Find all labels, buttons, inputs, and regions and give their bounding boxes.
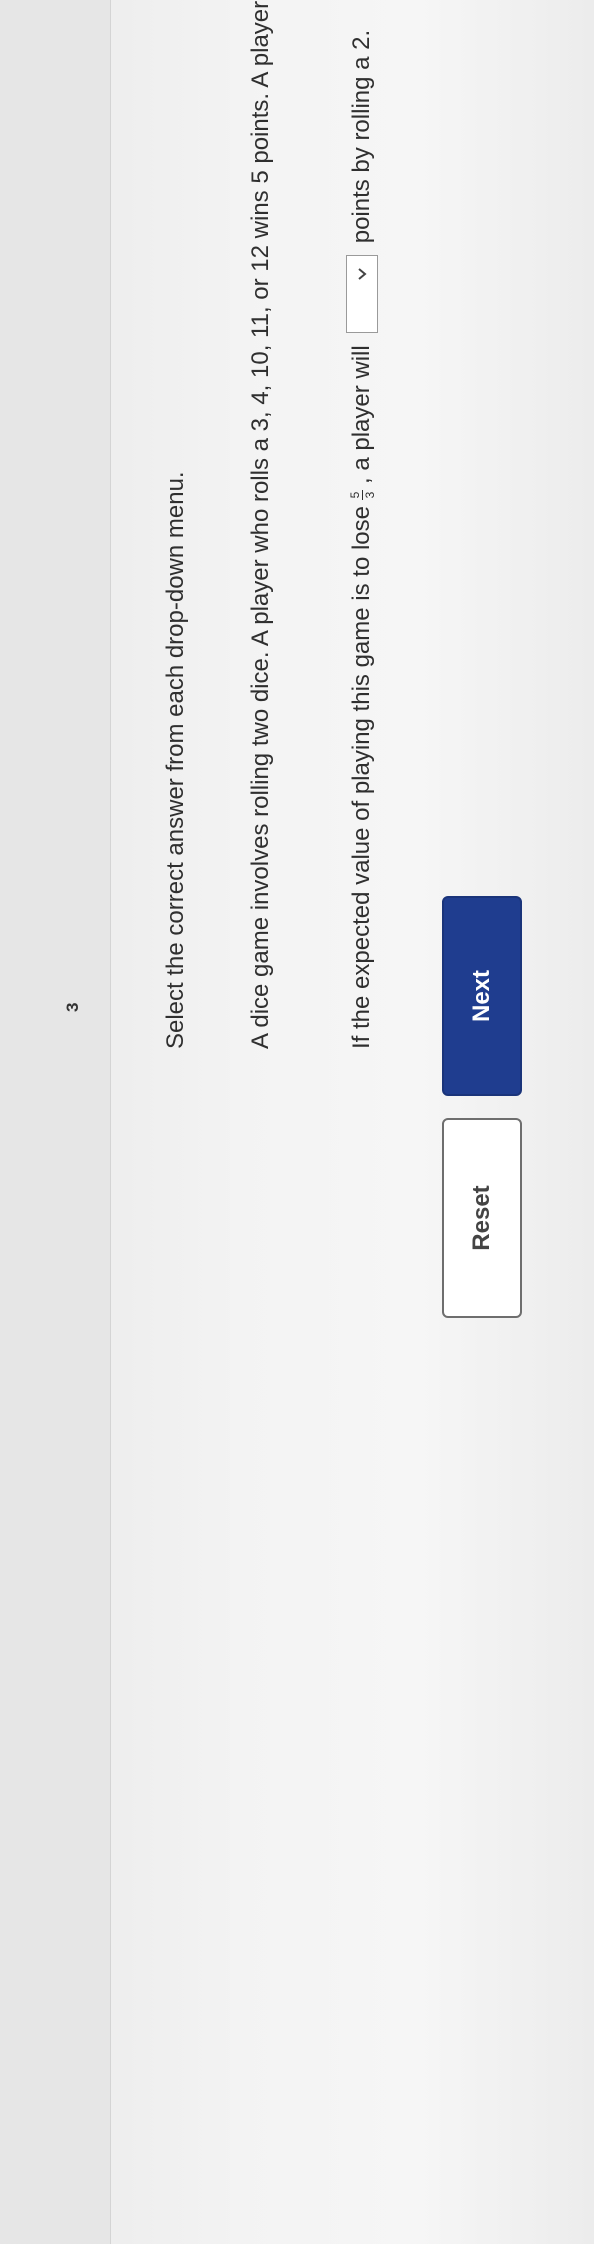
question-sentence: If the expected value of playing this ga… bbox=[342, 30, 382, 1049]
prompt-middle: , a player will bbox=[348, 345, 375, 484]
prompt-before: If the expected value of playing this ga… bbox=[348, 506, 375, 1049]
answer-dropdown[interactable] bbox=[346, 255, 378, 334]
fraction-numerator: 5 bbox=[347, 491, 362, 499]
reset-button[interactable]: Reset bbox=[442, 1118, 522, 1318]
question-number: 3 bbox=[63, 1002, 82, 1012]
prompt-after: points by rolling a 2. bbox=[348, 29, 375, 244]
instruction-text: Select the correct answer from each drop… bbox=[162, 471, 189, 1049]
fraction: 5 3 bbox=[347, 490, 377, 500]
question-panel: 3 Select the correct answer from each dr… bbox=[0, 0, 594, 2244]
chevron-down-icon bbox=[358, 268, 367, 281]
problem-paragraph: A dice game involves rolling two dice. A… bbox=[247, 0, 274, 1049]
fraction-denominator: 3 bbox=[362, 491, 377, 499]
next-button[interactable]: Next bbox=[442, 896, 522, 1096]
